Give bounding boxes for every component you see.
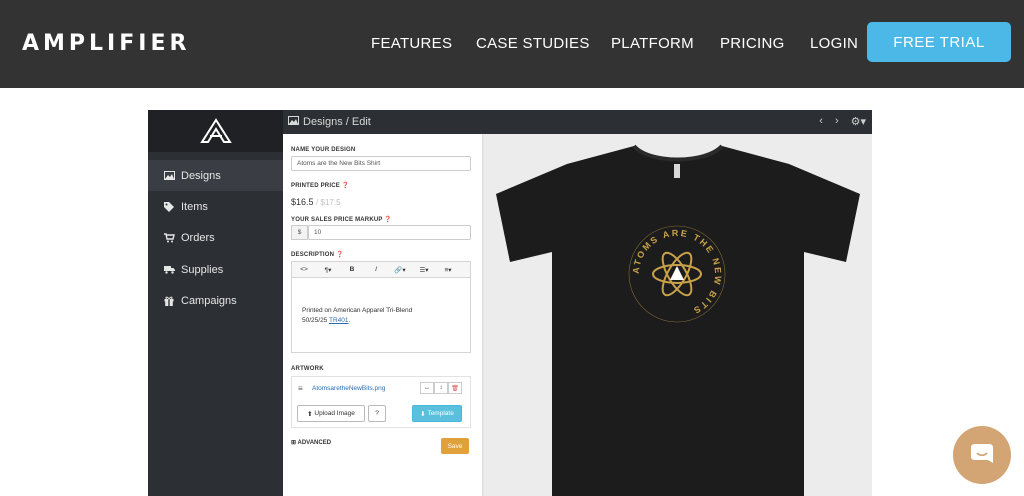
cart-icon xyxy=(163,232,175,244)
price-current: $16.5 xyxy=(291,197,314,207)
price-old: / $17.5 xyxy=(316,198,341,207)
app-sidebar: Designs Items Orders Supplies Campaigns xyxy=(148,110,283,496)
help-button[interactable]: ? xyxy=(368,405,386,422)
design-form: NAME YOUR DESIGN Atoms are the New Bits … xyxy=(283,134,483,496)
sidebar-item-campaigns[interactable]: Campaigns xyxy=(148,285,283,316)
bold-icon[interactable]: B xyxy=(340,262,364,277)
image-icon xyxy=(163,170,175,182)
help-icon[interactable]: ❓ xyxy=(384,217,392,223)
breadcrumb-text: Designs / Edit xyxy=(303,116,371,128)
markup-input[interactable]: 10 xyxy=(308,225,471,240)
printed-price-value: $16.5 / $17.5 xyxy=(291,197,341,207)
design-name-label: NAME YOUR DESIGN xyxy=(291,147,356,153)
editor-toolbar: <> ¶▾ B I 🔗▾ ☰▾ ≡▾ xyxy=(291,261,471,278)
description-editor[interactable]: Printed on American Apparel Tri-Blend 50… xyxy=(291,278,471,353)
sidebar-item-items[interactable]: Items xyxy=(148,191,283,222)
chat-icon xyxy=(971,444,993,463)
tag-icon xyxy=(163,201,175,213)
sidebar-item-designs[interactable]: Designs xyxy=(148,160,283,191)
sidebar-item-label: Orders xyxy=(181,231,215,244)
brand-logo[interactable]: AMPLIFIER xyxy=(22,31,190,56)
chevron-left-icon[interactable]: ‹ xyxy=(819,115,823,128)
advanced-toggle[interactable]: ⊞ ADVANCED xyxy=(291,439,331,446)
upload-image-button[interactable]: ⬆ Upload Image xyxy=(297,405,365,422)
artwork-label: ARTWORK xyxy=(291,366,324,372)
description-text: Printed on American Apparel Tri-Blend 50… xyxy=(302,307,413,324)
list-icon[interactable]: ☰▾ xyxy=(412,262,436,277)
app-logo xyxy=(148,110,283,152)
gear-icon[interactable]: ⚙▾ xyxy=(851,115,866,128)
artwork-file-link[interactable]: AtomsaretheNewBits.png xyxy=(312,385,385,392)
nav-case-studies[interactable]: CASE STUDIES xyxy=(476,35,590,52)
nav-features[interactable]: FEATURES xyxy=(371,35,452,52)
sidebar-item-supplies[interactable]: Supplies xyxy=(148,254,283,285)
trash-icon[interactable]: 🗑 xyxy=(448,382,462,394)
design-name-input[interactable]: Atoms are the New Bits Shirt xyxy=(291,156,471,171)
tshirt-image: ATOMS ARE THE NEW BITS xyxy=(496,144,860,496)
gift-icon xyxy=(163,295,175,307)
appbar-controls: ‹ › ⚙▾ xyxy=(819,115,866,128)
chevron-right-icon[interactable]: › xyxy=(835,115,839,128)
truck-icon xyxy=(163,264,175,276)
sidebar-item-orders[interactable]: Orders xyxy=(148,222,283,253)
nav-platform[interactable]: PLATFORM xyxy=(611,35,694,52)
help-icon[interactable]: ❓ xyxy=(336,252,344,258)
chat-launcher-button[interactable] xyxy=(953,426,1011,484)
description-label: DESCRIPTION ❓ xyxy=(291,252,344,258)
save-button[interactable]: Save xyxy=(441,438,469,454)
help-icon[interactable]: ❓ xyxy=(342,183,350,189)
currency-addon: $ xyxy=(291,225,308,240)
breadcrumb: Designs / Edit xyxy=(288,116,371,128)
sidebar-item-label: Campaigns xyxy=(181,294,237,307)
template-button[interactable]: ⬇ Template xyxy=(412,405,462,422)
sidebar-item-label: Designs xyxy=(181,169,221,182)
code-icon[interactable]: <> xyxy=(292,262,316,277)
resize-vertical-icon[interactable]: ↕ xyxy=(434,382,448,394)
sidebar-item-label: Supplies xyxy=(181,263,224,276)
app-screenshot: Designs Items Orders Supplies Campaigns … xyxy=(148,110,872,496)
sidebar-item-label: Items xyxy=(181,200,208,213)
paragraph-icon[interactable]: ¶▾ xyxy=(316,262,340,277)
app-topbar: Designs / Edit ‹ › ⚙▾ xyxy=(283,110,872,134)
link-icon[interactable]: 🔗▾ xyxy=(388,262,412,277)
resize-horizontal-icon[interactable]: ↔ xyxy=(420,382,434,394)
description-link[interactable]: TR401 xyxy=(329,317,349,324)
nav-login[interactable]: LOGIN xyxy=(810,35,858,52)
free-trial-button[interactable]: FREE TRIAL xyxy=(867,22,1011,62)
align-icon[interactable]: ≡▾ xyxy=(436,262,460,277)
nav-pricing[interactable]: PRICING xyxy=(720,35,785,52)
italic-icon[interactable]: I xyxy=(364,262,388,277)
markup-label: YOUR SALES PRICE MARKUP ❓ xyxy=(291,217,393,223)
shirt-preview: ATOMS ARE THE NEW BITS xyxy=(484,134,872,496)
amplifier-mark-icon xyxy=(199,118,232,143)
upload-icon: ⬆ xyxy=(307,410,315,418)
image-icon xyxy=(288,116,299,128)
site-header: AMPLIFIER FEATURES CASE STUDIES PLATFORM… xyxy=(0,0,1024,88)
printed-price-label: PRINTED PRICE ❓ xyxy=(291,183,350,189)
drag-handle-icon[interactable]: ≡ xyxy=(298,384,303,393)
artwork-actions: ↔ ↕ 🗑 xyxy=(420,382,462,394)
download-icon: ⬇ xyxy=(420,410,428,418)
